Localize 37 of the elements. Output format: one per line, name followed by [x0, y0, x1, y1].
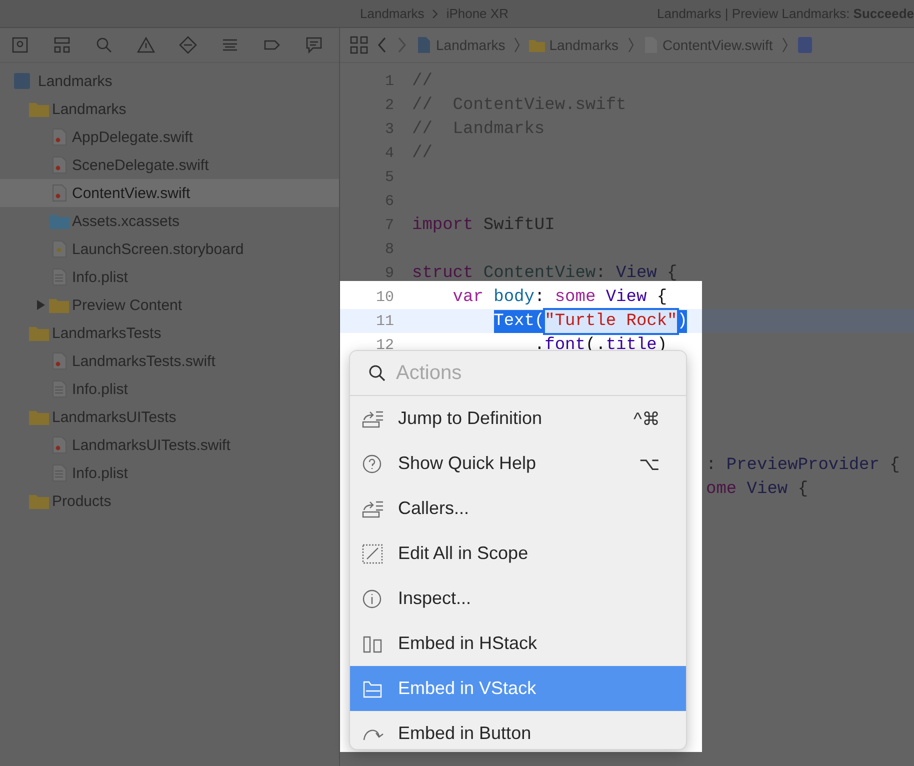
code-line: var body: some View {: [452, 288, 668, 306]
menu-item[interactable]: Embed in Button: [350, 711, 686, 749]
code-line: //: [412, 72, 432, 90]
search-field[interactable]: Actions: [394, 360, 658, 386]
file-row[interactable]: Info.plist: [0, 263, 339, 291]
file-row[interactable]: ContentView.swift: [0, 179, 339, 207]
file-row[interactable]: Assets.xcassets: [0, 207, 339, 235]
file-row[interactable]: Info.plist: [0, 375, 339, 403]
menu-item[interactable]: Embed in HStack: [350, 621, 686, 666]
file-row[interactable]: LandmarksTests.swift: [0, 347, 339, 375]
code-line: ome View {: [706, 480, 808, 498]
line-number: 10: [374, 288, 394, 306]
file-row[interactable]: LandmarksTests: [0, 319, 339, 347]
file-row[interactable]: SceneDelegate.swift: [0, 151, 339, 179]
menu-item[interactable]: Show Quick Help ⌥: [350, 441, 686, 486]
file-row[interactable]: Info.plist: [0, 459, 339, 487]
file-row[interactable]: LaunchScreen.storyboard: [0, 235, 339, 263]
file-row[interactable]: Preview Content: [0, 291, 339, 319]
code-line: : PreviewProvider {: [706, 456, 900, 474]
menu-item[interactable]: Inspect...: [350, 576, 686, 621]
code-line: //: [412, 144, 432, 162]
file-row[interactable]: Products: [0, 487, 339, 515]
line-number: 12: [374, 336, 394, 354]
file-row[interactable]: AppDelegate.swift: [0, 123, 339, 151]
file-row[interactable]: LandmarksUITests.swift: [0, 431, 339, 459]
menu-item[interactable]: Edit All in Scope: [350, 531, 686, 576]
menu-item[interactable]: Callers...: [350, 486, 686, 531]
code-line: struct ContentView: View {: [412, 264, 678, 282]
file-row[interactable]: LandmarksUITests: [0, 403, 339, 431]
file-row[interactable]: Landmarks: [0, 95, 339, 123]
file-row[interactable]: Landmarks: [0, 67, 339, 95]
menu-item[interactable]: Jump to Definition ^⌘: [350, 396, 686, 441]
shortcut-label: ^⌘: [634, 408, 660, 430]
menu-item[interactable]: Embed in VStack: [350, 666, 686, 711]
code-line: import SwiftUI: [412, 216, 555, 234]
line-number: 11: [374, 312, 394, 330]
shortcut-label: ⌥: [639, 452, 660, 474]
